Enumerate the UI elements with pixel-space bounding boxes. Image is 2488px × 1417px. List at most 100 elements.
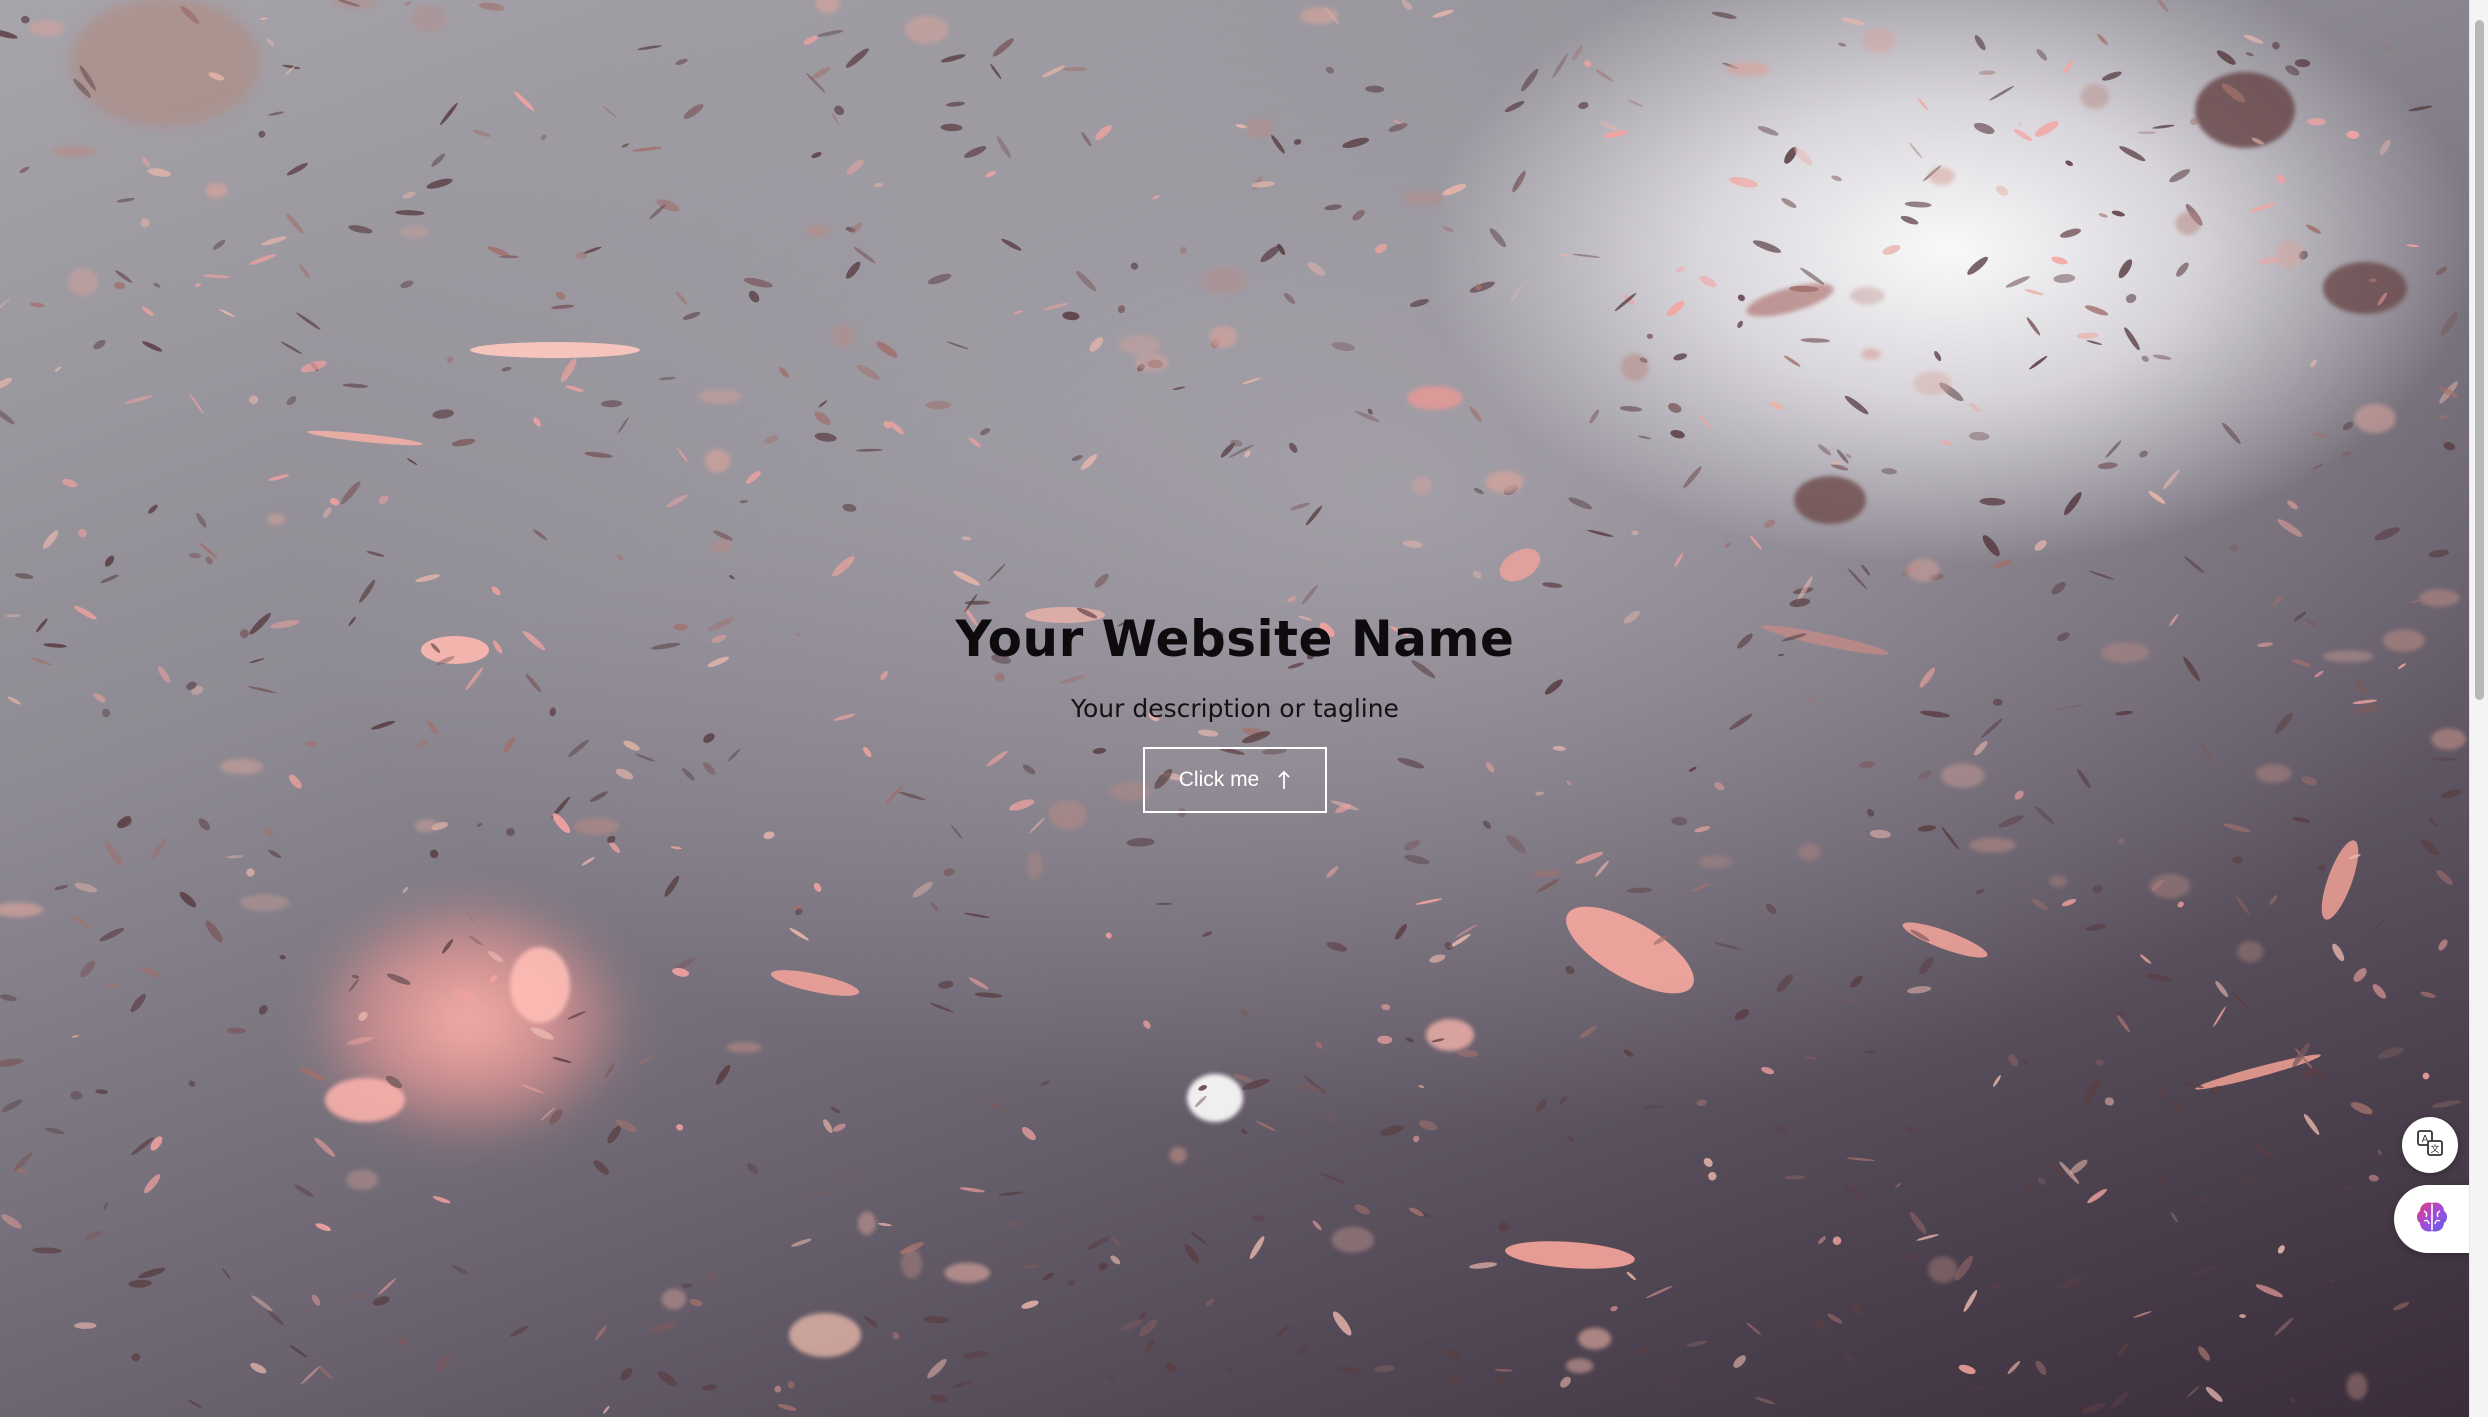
scrollbar-thumb[interactable] [2475,20,2484,700]
petal-particle [2063,60,2073,74]
petal-particle [1734,1009,1750,1021]
petal-particle [289,1344,308,1358]
petal-particle [2008,1054,2019,1067]
petal-particle [1443,1349,1461,1360]
petal-particle [946,341,969,350]
petal-particle [1240,1008,1249,1018]
petal-particle [514,91,535,112]
petal-particle [1560,1376,1571,1388]
petal-particle [834,105,845,116]
petal-particle [1974,1386,1987,1391]
petal-particle [1536,1099,1547,1112]
petal-particle [239,894,290,912]
petal-particle [1202,931,1213,937]
petal-particle [789,927,809,941]
petal-particle [74,1322,97,1329]
petal-particle [348,1293,365,1299]
petal-particle [21,15,30,24]
petal-particle [594,1325,607,1341]
petal-particle [1844,1353,1854,1363]
petal-particle [2021,1059,2028,1063]
petal-particle [1165,1362,1177,1373]
petal-particle [1697,414,1712,429]
click-me-button[interactable]: Click me [1143,747,1327,813]
petal-particle [114,282,126,290]
petal-particle [29,302,45,308]
petal-particle [791,1238,812,1247]
petal-particle [779,367,789,378]
petal-particle [533,417,541,427]
petal-particle [286,162,308,176]
petal-particle [1646,333,1653,339]
petal-particle [259,17,268,20]
petal-particle [1290,502,1310,511]
petal-particle [415,574,440,583]
petal-particle [1909,1211,1927,1234]
petal-particle [2249,202,2277,213]
petal-particle [1075,270,1097,292]
petal-particle [431,153,446,167]
petal-particle [815,0,840,14]
petal-particle [533,529,547,541]
petal-particle [501,366,512,372]
translate-button[interactable]: A 文 [2402,1117,2458,1173]
petal-particle [2088,570,2115,581]
petal-particle [2111,210,2125,217]
petal-particle [1671,816,1688,826]
petal-particle [2139,450,2148,458]
vertical-scrollbar[interactable] [2469,0,2488,1417]
petal-particle [1626,1271,1637,1281]
petal-particle [1444,942,1453,951]
petal-particle [2438,939,2448,951]
petal-particle [2239,1314,2246,1318]
petal-particle [399,225,429,239]
petal-particle [637,45,663,50]
petal-particle [787,1381,795,1389]
petal-particle [266,38,275,47]
petal-particle [1042,1272,1054,1281]
petal-particle [78,528,87,538]
petal-particle [2148,491,2166,504]
petal-particle [103,1202,109,1210]
petal-particle [931,902,938,912]
petal-particle [1578,101,1589,110]
petal-particle [451,438,476,447]
petal-particle [432,409,454,419]
petal-particle [196,512,207,528]
petal-particle [340,481,361,505]
petal-particle [2422,1072,2430,1080]
petal-particle [1200,267,1248,294]
petal-particle [1325,1112,1337,1122]
petal-particle [144,1174,161,1194]
petal-particle [2277,1245,2285,1254]
blur-petal [1794,476,1866,524]
petal-particle [1641,1105,1665,1109]
petal-particle [407,458,418,466]
petal-particle [150,1136,163,1151]
petal-particle [107,983,118,989]
petal-particle [1542,582,1563,588]
petal-particle [1818,444,1831,456]
petal-particle [743,277,773,288]
petal-particle [1289,442,1298,453]
petal-particle [845,261,861,279]
petal-particle [2110,1390,2130,1409]
petal-particle [1336,1366,1362,1375]
petal-particle [1071,455,1083,461]
petal-particle [2276,174,2286,184]
petal-particle [280,341,303,355]
petal-particle [1773,1124,1787,1135]
petal-particle [2034,121,2059,137]
petal-particle [131,1353,141,1362]
petal-particle [1852,1301,1862,1316]
petal-particle [1699,275,1717,288]
petal-particle [649,1321,677,1334]
petal-particle [2145,973,2173,982]
petal-particle [1325,66,1335,74]
ai-assistant-button[interactable] [2394,1185,2470,1253]
petal-particle [857,1211,877,1235]
petal-particle [1,1099,23,1112]
petal-particle [1374,243,1387,254]
svg-text:文: 文 [2430,1143,2439,1155]
petal-particle [378,495,389,505]
